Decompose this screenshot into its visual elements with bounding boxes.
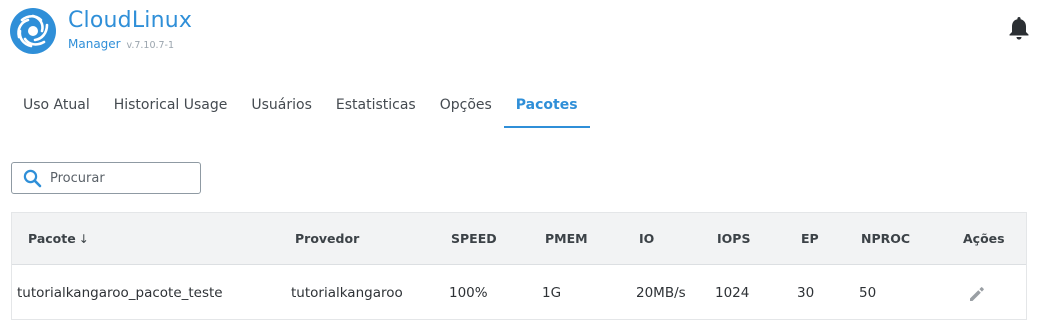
column-header-pacote[interactable]: Pacote ↓ [28, 213, 89, 265]
cell-io: 20MB/s [636, 285, 686, 301]
search-box [11, 162, 201, 194]
bell-icon[interactable] [1007, 15, 1031, 41]
column-header-speed[interactable]: SPEED [451, 213, 497, 265]
table-row: tutorialkangaroo_pacote_teste tutorialka… [12, 266, 1026, 320]
table-header: Pacote ↓ Provedor SPEED PMEM IO IOPS EP N… [12, 213, 1026, 265]
tab-usuarios[interactable]: Usuários [239, 84, 324, 128]
column-header-nproc[interactable]: NPROC [861, 213, 910, 265]
cell-ep: 30 [797, 285, 815, 301]
version-label: v.7.10.7-1 [126, 40, 175, 51]
cell-provedor: tutorialkangaroo [291, 285, 403, 301]
column-header-iops[interactable]: IOPS [717, 213, 750, 265]
lve-manager-page: CloudLinux Manager v.7.10.7-1 Uso Atual … [0, 0, 1043, 326]
tab-pacotes[interactable]: Pacotes [503, 84, 590, 128]
column-header-label: Pacote [28, 231, 76, 246]
product-name: Manager [68, 37, 121, 51]
cloudlinux-logo-icon [10, 8, 56, 54]
tab-estatisticas[interactable]: Estatisticas [324, 84, 428, 128]
brand-subtitle: Manager v.7.10.7-1 [68, 36, 174, 54]
tab-uso-atual[interactable]: Uso Atual [11, 84, 102, 128]
cell-speed: 100% [449, 285, 488, 301]
cell-pmem: 1G [542, 285, 562, 301]
column-header-acoes: Ações [963, 231, 1005, 246]
column-header-provedor[interactable]: Provedor [295, 213, 359, 265]
pencil-icon[interactable] [967, 284, 987, 304]
sort-down-icon: ↓ [78, 232, 89, 246]
cell-nproc: 50 [859, 285, 877, 301]
brand-name: CloudLinux [68, 8, 193, 33]
column-header-pmem[interactable]: PMEM [545, 213, 588, 265]
cell-iops: 1024 [715, 285, 750, 301]
column-header-ep[interactable]: EP [801, 213, 819, 265]
column-header-io[interactable]: IO [639, 213, 654, 265]
tab-opcoes[interactable]: Opções [428, 84, 504, 128]
packages-table: Pacote ↓ Provedor SPEED PMEM IO IOPS EP N… [11, 212, 1027, 320]
tab-historical-usage[interactable]: Historical Usage [102, 84, 240, 128]
cell-pacote: tutorialkangaroo_pacote_teste [17, 285, 223, 301]
search-input[interactable] [50, 169, 195, 188]
search-icon [23, 169, 42, 188]
main-tabs: Uso Atual Historical Usage Usuários Esta… [11, 84, 590, 128]
